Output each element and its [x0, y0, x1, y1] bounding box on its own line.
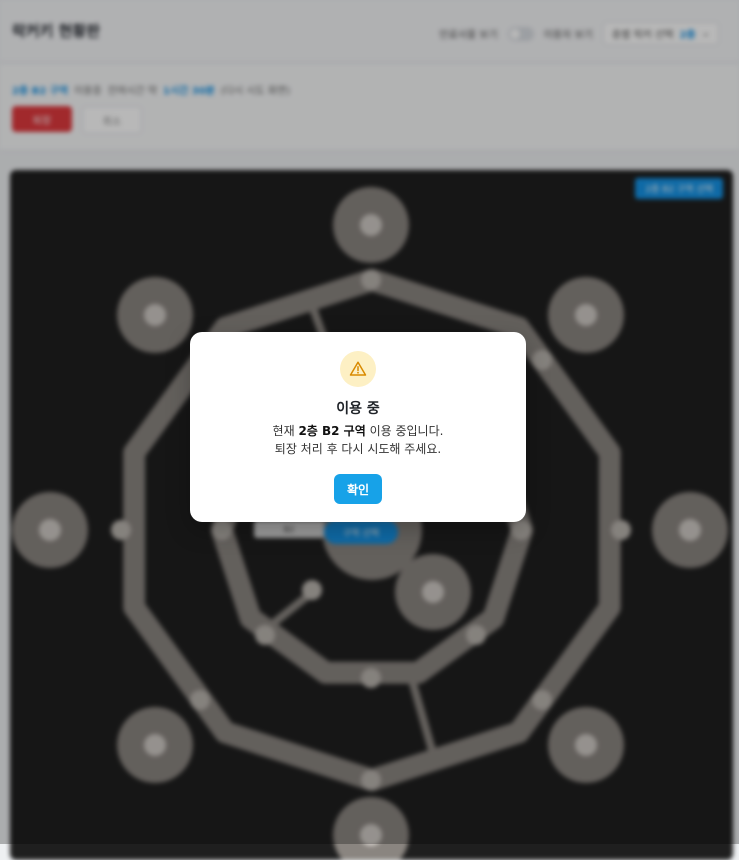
- in-use-dialog: 이용 중 현재 2층 B2 구역 이용 중입니다. 퇴장 처리 후 다시 시도해…: [190, 332, 526, 522]
- dialog-message-prefix: 현재: [272, 424, 299, 438]
- dialog-zone-name: 2층 B2 구역: [298, 424, 366, 438]
- warning-icon-badge: [340, 351, 376, 387]
- dialog-message-line2: 퇴장 처리 후 다시 시도해 주세요.: [274, 442, 442, 456]
- dialog-message-line1: 현재 2층 B2 구역 이용 중입니다.: [190, 422, 526, 439]
- dialog-message-suffix: 이용 중입니다.: [365, 424, 444, 438]
- confirm-button[interactable]: 확인: [334, 474, 382, 504]
- warning-icon: [349, 361, 367, 376]
- dialog-title: 이용 중: [336, 401, 380, 417]
